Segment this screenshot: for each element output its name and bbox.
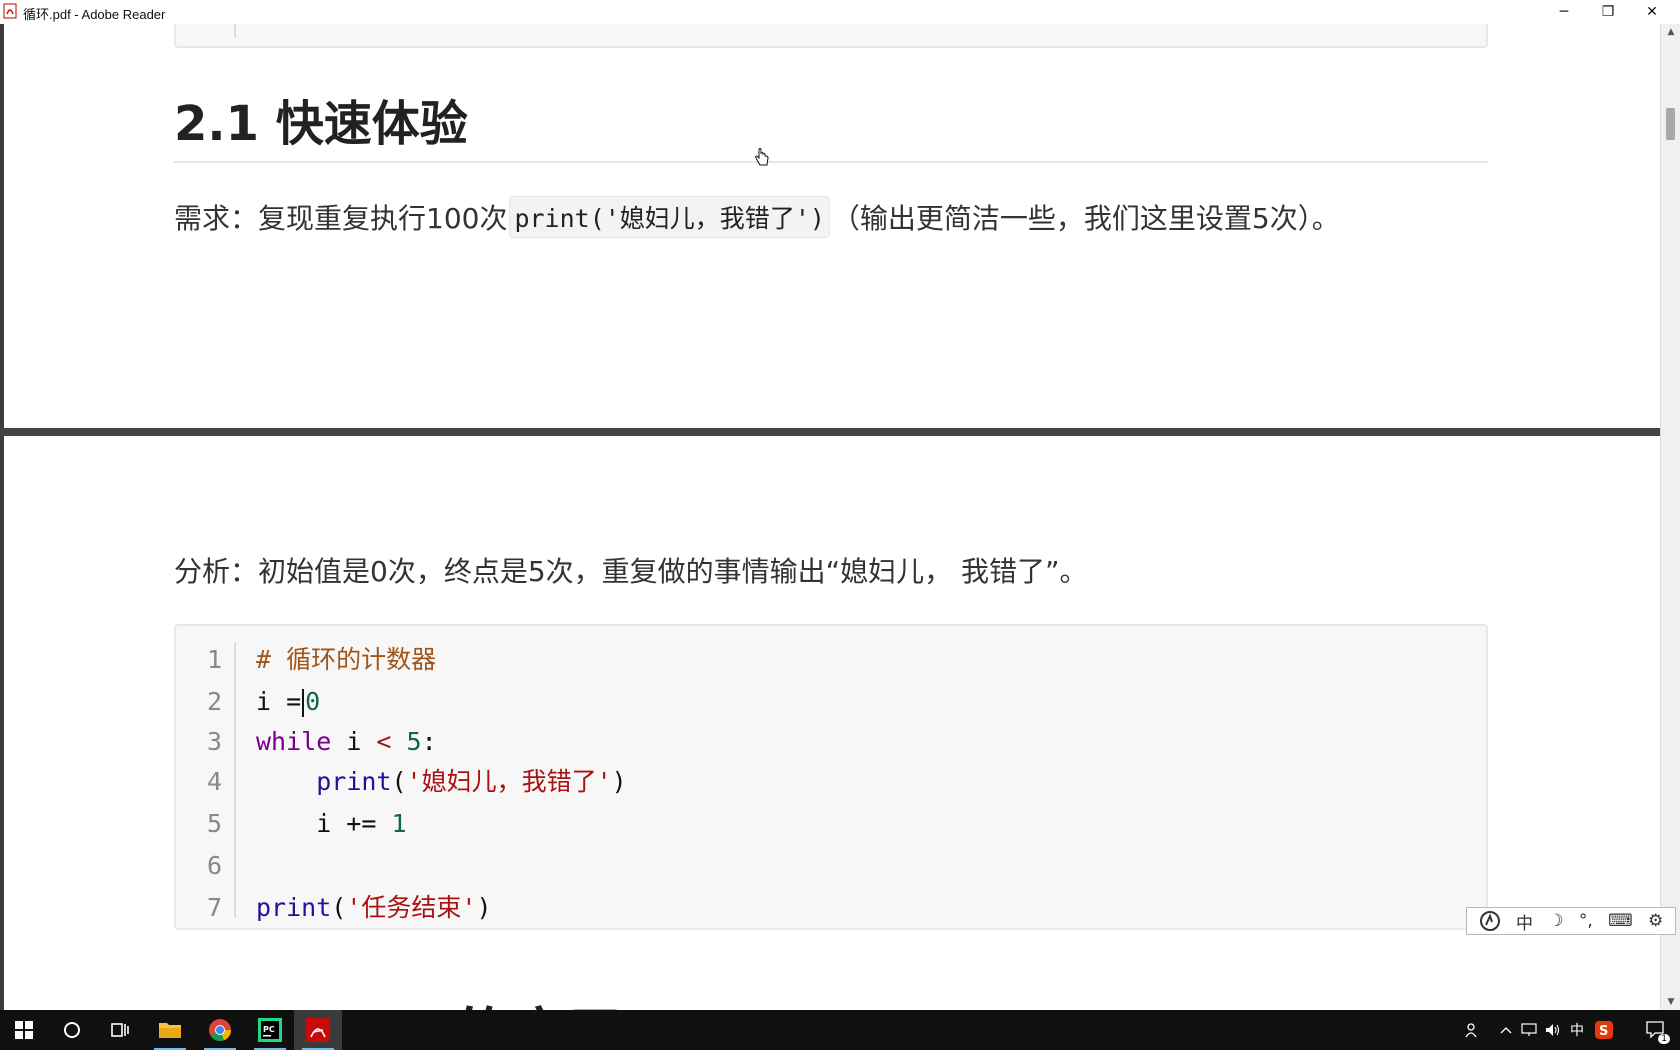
line-number: 2 xyxy=(206,687,222,716)
action-center-button[interactable]: 1 xyxy=(1636,1010,1676,1050)
code-operator: < xyxy=(376,727,392,756)
ime-toolbar[interactable]: 中 ☽ °, ⌨ ⚙ xyxy=(1466,907,1676,935)
hand-cursor-icon xyxy=(755,148,769,166)
page-left-edge xyxy=(0,24,4,1010)
section-heading: 2.1 快速体验 xyxy=(174,96,468,152)
line-number: 4 xyxy=(206,767,222,796)
code-comment: # 循环的计数器 xyxy=(256,645,437,674)
inline-code: print('媳妇儿，我错了') xyxy=(509,196,830,238)
scroll-up-arrow-icon[interactable]: ▲ xyxy=(1661,24,1680,40)
code-number: 0 xyxy=(305,687,321,716)
show-hidden-icons-chevron-icon[interactable] xyxy=(1496,1010,1516,1050)
taskbar-adobe-reader[interactable] xyxy=(294,1010,342,1050)
code-line: 3 while i < 5: xyxy=(176,722,1486,762)
line-number: 5 xyxy=(206,809,222,838)
moon-icon[interactable]: ☽ xyxy=(1548,911,1563,931)
code-keyword: while xyxy=(256,727,332,756)
search-button[interactable] xyxy=(48,1010,96,1050)
code-builtin: print xyxy=(256,893,332,922)
code-line: 5 i += 1 xyxy=(176,804,1486,844)
text-caret xyxy=(302,689,305,717)
scroll-thumb[interactable] xyxy=(1666,108,1675,140)
requirement-prefix: 需求：复现重复执行100次 xyxy=(174,202,508,235)
taskbar-file-explorer[interactable] xyxy=(146,1010,194,1050)
code-text: ) xyxy=(476,893,492,922)
svg-text:PC: PC xyxy=(263,1025,275,1034)
task-view-icon xyxy=(111,1023,129,1037)
requirement-paragraph: 需求：复现重复执行100次 print('媳妇儿，我错了') （输出更简洁一些，… xyxy=(174,196,1340,238)
input-language-indicator[interactable]: 中 xyxy=(1566,1010,1588,1050)
vertical-scrollbar[interactable]: ▲ ▼ xyxy=(1660,24,1680,1010)
scroll-down-arrow-icon[interactable]: ▼ xyxy=(1661,994,1680,1010)
people-icon[interactable] xyxy=(1460,1010,1486,1050)
sogou-ime-icon[interactable]: S xyxy=(1592,1010,1616,1050)
taskbar-pycharm[interactable]: PC xyxy=(246,1010,294,1050)
line-number: 1 xyxy=(206,645,222,674)
ime-logo-icon[interactable] xyxy=(1479,910,1501,932)
line-number: 3 xyxy=(206,727,222,756)
code-line: 2 i = 0 xyxy=(176,682,1486,722)
code-line: 7 print('任务结束') xyxy=(176,888,1486,928)
start-button[interactable] xyxy=(0,1010,48,1050)
line-number: 6 xyxy=(206,851,222,880)
code-number: 5 xyxy=(406,727,422,756)
page-separator xyxy=(0,428,1660,436)
code-line: 6 xyxy=(176,846,1486,886)
code-block: 1 # 循环的计数器 2 i = 0 3 while i < 5: 4 print… xyxy=(174,624,1488,930)
keyboard-icon[interactable]: ⌨ xyxy=(1608,911,1633,931)
code-string: '任务结束' xyxy=(346,893,477,922)
code-line: 4 print('媳妇儿，我错了') xyxy=(176,762,1486,802)
windows-logo-icon xyxy=(15,1021,33,1039)
settings-gear-icon[interactable]: ⚙ xyxy=(1648,911,1663,931)
volume-icon[interactable] xyxy=(1542,1010,1564,1050)
search-circle-icon xyxy=(64,1022,80,1038)
taskbar-chrome[interactable] xyxy=(196,1010,244,1050)
code-text: i = xyxy=(256,687,302,716)
previous-code-block-fragment xyxy=(174,24,1488,48)
code-text: ( xyxy=(331,893,347,922)
line-number: 7 xyxy=(206,893,222,922)
next-section-heading: 三、while的应用 xyxy=(174,990,622,1010)
pdf-file-icon xyxy=(3,3,17,19)
folder-icon xyxy=(159,1023,181,1038)
svg-text:S: S xyxy=(1599,1024,1608,1039)
document-viewport[interactable]: 2.1 快速体验 需求：复现重复执行100次 print('媳妇儿，我错了') … xyxy=(0,24,1660,1010)
taskbar: PC 中 S 1 xyxy=(0,1010,1680,1050)
code-text: i += xyxy=(256,809,392,838)
restore-button[interactable]: ❐ xyxy=(1586,0,1630,24)
window-title: 循环.pdf - Adobe Reader xyxy=(23,7,166,22)
task-view-button[interactable] xyxy=(96,1010,144,1050)
punctuation-icon[interactable]: °, xyxy=(1579,911,1593,931)
code-text: : xyxy=(421,727,437,756)
analysis-paragraph: 分析：初始值是0次，终点是5次，重复做的事情输出“媳妇儿， 我错了”。 xyxy=(174,555,1088,588)
code-line: 1 # 循环的计数器 xyxy=(176,640,1486,680)
adobe-reader-icon xyxy=(306,1018,330,1042)
network-icon[interactable] xyxy=(1518,1010,1540,1050)
pycharm-icon: PC xyxy=(258,1018,282,1042)
close-button[interactable]: ✕ xyxy=(1630,0,1674,24)
code-text: ) xyxy=(611,767,627,796)
notification-count-badge: 1 xyxy=(1658,1034,1670,1044)
code-builtin: print xyxy=(316,767,392,796)
code-number: 1 xyxy=(391,809,407,838)
title-bar: 循环.pdf - Adobe Reader ─ ❐ ✕ xyxy=(0,0,1680,25)
code-gutter-divider xyxy=(234,24,236,38)
heading-divider xyxy=(174,161,1488,163)
code-text: ( xyxy=(391,767,407,796)
code-string: '媳妇儿，我错了' xyxy=(406,767,612,796)
requirement-suffix: （输出更简洁一些，我们这里设置5次）。 xyxy=(831,202,1340,235)
chrome-icon xyxy=(209,1019,232,1042)
minimize-button[interactable]: ─ xyxy=(1542,0,1586,24)
code-text: i xyxy=(331,727,377,756)
ime-chinese-mode-toggle[interactable]: 中 xyxy=(1516,909,1533,934)
